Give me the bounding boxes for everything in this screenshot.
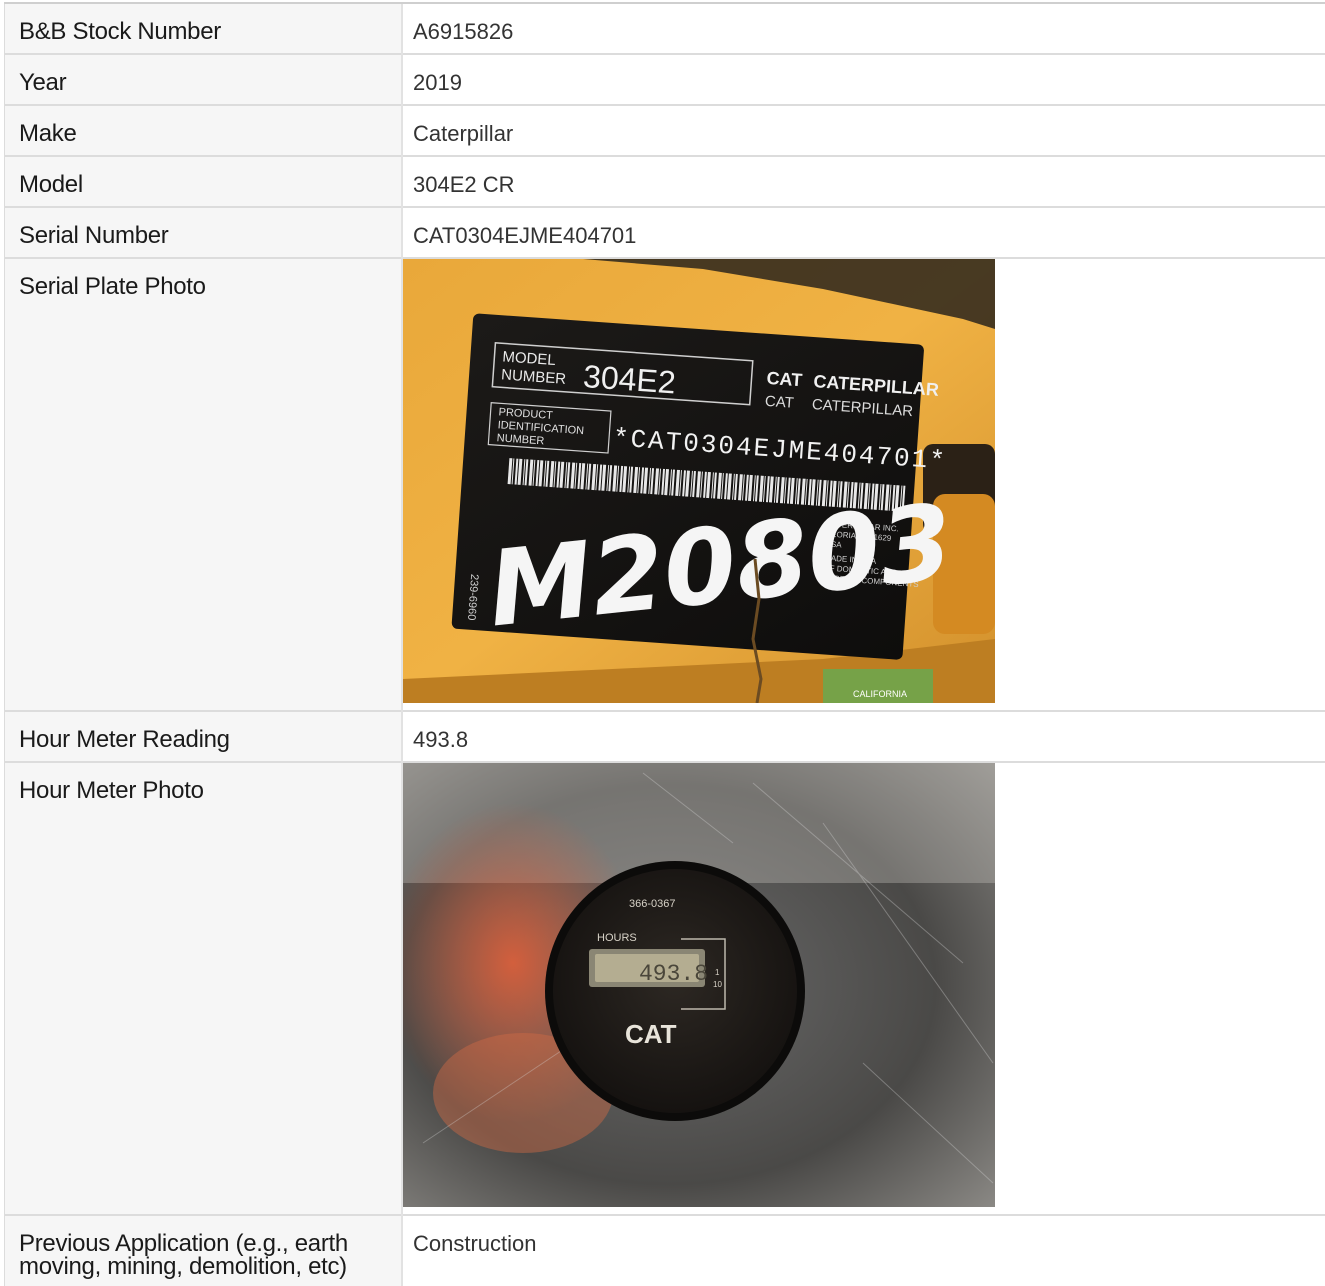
svg-text:366-0367: 366-0367: [629, 898, 676, 910]
row-label-cell: B&B Stock Number: [5, 3, 403, 54]
row-value-cell: A6915826: [402, 3, 1325, 54]
row-label: Year: [5, 55, 401, 95]
serial-plate-photo: CALIFORNIA MODEL NUMBER 304E2 CAT CATERP…: [403, 259, 995, 703]
table-row: Hour Meter Photo: [5, 762, 1325, 1215]
row-label: Make: [5, 106, 401, 146]
svg-text:CALIFORNIA: CALIFORNIA: [853, 689, 907, 699]
row-label: Hour Meter Photo: [5, 763, 401, 803]
table-row: Serial Plate Photo: [5, 258, 1325, 711]
svg-text:HOURS: HOURS: [597, 932, 637, 944]
svg-text:1: 1: [715, 968, 720, 977]
svg-text:493.8: 493.8: [639, 961, 708, 987]
table-row: Year 2019: [5, 54, 1325, 105]
table-row: Serial Number CAT0304EJME404701: [5, 207, 1325, 258]
row-value: 493.8: [403, 712, 1325, 751]
row-value: 2019: [403, 55, 1325, 94]
svg-text:304E2: 304E2: [582, 358, 677, 400]
table-row: Hour Meter Reading 493.8: [5, 711, 1325, 762]
row-label: Hour Meter Reading: [5, 712, 401, 752]
row-value: 304E2 CR: [403, 157, 1325, 196]
row-value: Caterpillar: [403, 106, 1325, 145]
row-value: Construction: [403, 1216, 1325, 1255]
svg-text:CAT: CAT: [625, 1019, 677, 1049]
row-label: Serial Number: [5, 208, 401, 248]
row-label: Previous Application (e.g., earth moving…: [5, 1216, 401, 1278]
row-label: B&B Stock Number: [5, 4, 401, 44]
row-value: A6915826: [403, 4, 1325, 43]
row-label: Serial Plate Photo: [5, 259, 401, 299]
hour-meter-photo: 366-0367 HOURS 493.8 1 10 CAT: [403, 763, 995, 1207]
equipment-spec-table: B&B Stock Number A6915826 Year 2019 Make…: [4, 2, 1325, 1286]
table-row: B&B Stock Number A6915826: [5, 3, 1325, 54]
table-row: Make Caterpillar: [5, 105, 1325, 156]
svg-text:CAT: CAT: [766, 368, 803, 390]
row-label: Model: [5, 157, 401, 197]
table-row: Model 304E2 CR: [5, 156, 1325, 207]
row-value: CAT0304EJME404701: [403, 208, 1325, 247]
svg-text:10: 10: [713, 980, 722, 989]
svg-text:CAT: CAT: [764, 393, 794, 412]
table-row: Previous Application (e.g., earth moving…: [5, 1215, 1325, 1286]
